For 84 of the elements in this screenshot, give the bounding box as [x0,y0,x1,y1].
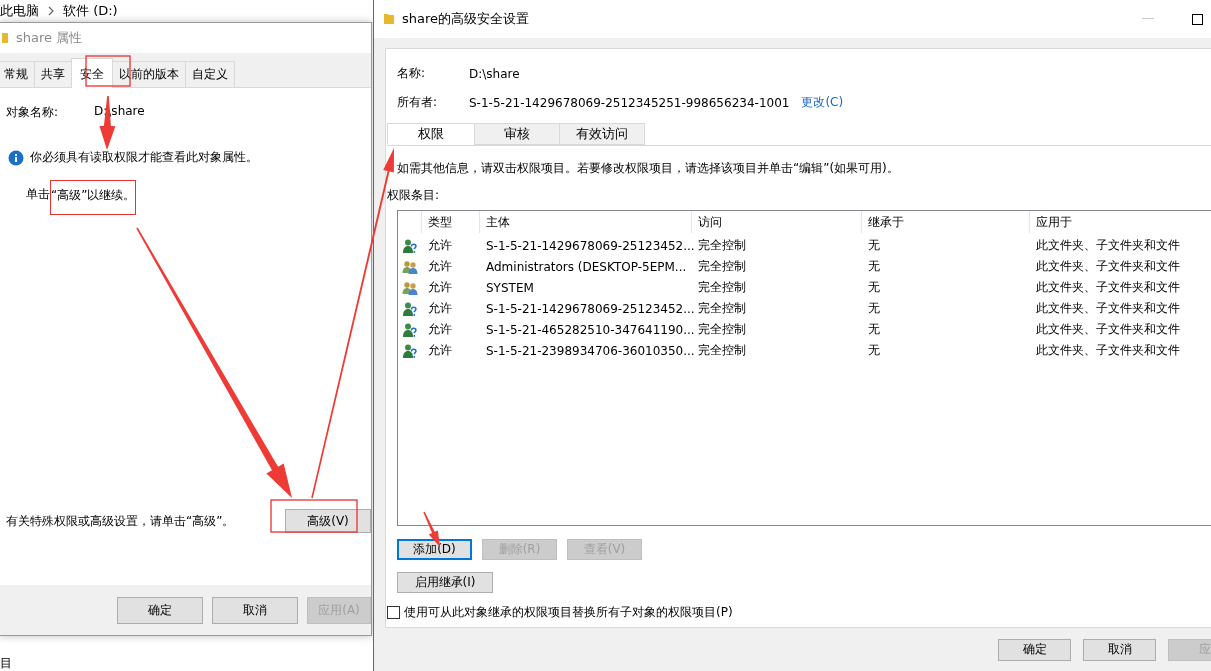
table-cell-text: 完全控制 [697,237,747,254]
table-cell-text: S-1-5-21-465282510-347641190... [485,322,692,337]
table-cell-text: 此文件夹、子文件夹和文件 [1035,258,1181,275]
table-cell-text: 完全控制 [697,321,747,338]
action-button[interactable]: 添加(D) [397,539,472,560]
field-label: 对象名称: [6,104,59,121]
tab[interactable]: 有效访问 [559,123,645,145]
user-group-icon [402,258,418,275]
table-cell-text: 允许 [427,300,453,317]
window-title: share 属性 [16,29,83,47]
table-cell-text: 无 [867,237,881,254]
unknown-user-icon [402,300,418,317]
advanced-button[interactable]: 高级(V) [285,509,371,533]
table-cell-text: 完全控制 [697,258,747,275]
field-label: 名称: [397,65,427,82]
breadcrumb-item[interactable]: 此电脑 [0,2,39,20]
section-label: 权限条目: [387,187,441,204]
permission-row[interactable]: 允许 Administrators (DESKTOP-5EPM... 完全控制 无 此文件夹、子文件夹和文件 [398,256,1211,277]
table-cell-text: 完全控制 [697,342,747,359]
permission-row[interactable]: 允许 S-1-5-21-465282510-347641190... 完全控制 无 此文件夹、子文件夹和文件 [398,319,1211,340]
dialog-button[interactable]: 确定 [998,638,1071,661]
checkbox-label[interactable]: 使用可从此对象继承的权限项目替换所有子对象的权限项目(P) [404,604,733,621]
unknown-user-icon [402,237,418,254]
tab[interactable]: 自定义 [185,61,235,87]
tab[interactable]: 权限 [387,123,475,145]
hint-text: 单击 [26,186,50,203]
table-cell-text: 此文件夹、子文件夹和文件 [1035,279,1181,296]
column-header[interactable]: 主体 [480,211,692,233]
dialog-button[interactable]: 取消 [212,596,298,624]
tab[interactable]: 常规 [0,61,35,87]
column-header[interactable]: 类型 [422,211,480,233]
table-cell-text: S-1-5-21-1429678069-25123452... [485,301,692,316]
permission-row[interactable]: 允许 S-1-5-21-1429678069-25123452... 完全控制 无 此文件夹、子文件夹和文件 [398,235,1211,256]
owner-sid: S-1-5-21-1429678069-2512345251-998656234-1001 [469,95,790,110]
table-cell-text: 此文件夹、子文件夹和文件 [1035,237,1181,254]
dialog-button[interactable]: 确定 [117,596,203,624]
list-text: 目 [0,655,12,671]
chevron-icon [47,6,55,16]
info-text: 如需其他信息，请双击权限项目。若要修改权限项目，请选择该项目并单击“编辑”(如果可用)。 [397,160,900,177]
folder-icon [384,13,394,25]
table-cell-text: 允许 [427,321,453,338]
dialog-button[interactable]: 取消 [1083,638,1156,661]
change-link[interactable]: 更改(C) [801,94,844,111]
permission-row[interactable]: 允许 S-1-5-21-2398934706-36010350... 完全控制 无 此文件夹、子文件夹和文件 [398,340,1211,361]
column-header[interactable]: 继承于 [862,211,1030,233]
tab[interactable]: 安全 [71,58,113,88]
highlighted-text: “高级”以继续。 [50,180,137,215]
table-cell-text: Administrators (DESKTOP-5EPM... [485,259,688,274]
table-cell-text: 允许 [427,258,453,275]
unknown-user-icon [402,321,418,338]
table-cell-text: 无 [867,258,881,275]
folder-icon [2,32,8,44]
unknown-user-icon [402,342,418,359]
hint-text: 有关特殊权限或高级设置，请单击“高级”。 [6,512,235,530]
table-cell-text: 无 [867,279,881,296]
breadcrumb-item[interactable]: 软件 (D:) [63,2,118,20]
permission-row[interactable]: 允许 S-1-5-21-1429678069-25123452... 完全控制 无 此文件夹、子文件夹和文件 [398,298,1211,319]
table-cell-text: 允许 [427,279,453,296]
table-cell-text: S-1-5-21-1429678069-25123452... [485,238,692,253]
object-name: D:\share [469,66,520,81]
table-cell-text: SYSTEM [485,280,535,295]
permission-row[interactable]: 允许 SYSTEM 完全控制 无 此文件夹、子文件夹和文件 [398,277,1211,298]
table-cell-text: 完全控制 [697,279,747,296]
table-cell-text: 无 [867,300,881,317]
enable-inheritance-button[interactable]: 启用继承(I) [397,572,493,593]
maximize-icon[interactable] [1192,13,1203,25]
table-cell-text: 允许 [427,342,453,359]
table-cell-text: 无 [867,321,881,338]
table-cell-text: 完全控制 [697,300,747,317]
table-cell-text: S-1-5-21-2398934706-36010350... [485,343,692,358]
tab[interactable]: 审核 [474,123,560,145]
table-cell-text: 无 [867,342,881,359]
info-message: 你必须具有读取权限才能查看此对象属性。 [30,149,258,166]
user-group-icon [402,279,418,296]
table-cell-text: 此文件夹、子文件夹和文件 [1035,300,1181,317]
table-cell-text: 此文件夹、子文件夹和文件 [1035,321,1181,338]
column-header[interactable]: 应用于 [1030,211,1211,233]
field-label: 所有者: [397,94,439,111]
column-header[interactable]: 访问 [692,211,862,233]
table-cell-text: 此文件夹、子文件夹和文件 [1035,342,1181,359]
table-cell-text: 允许 [427,237,453,254]
window-title: share的高级安全设置 [402,10,530,28]
checkbox[interactable] [387,606,400,619]
info-icon [8,149,24,166]
